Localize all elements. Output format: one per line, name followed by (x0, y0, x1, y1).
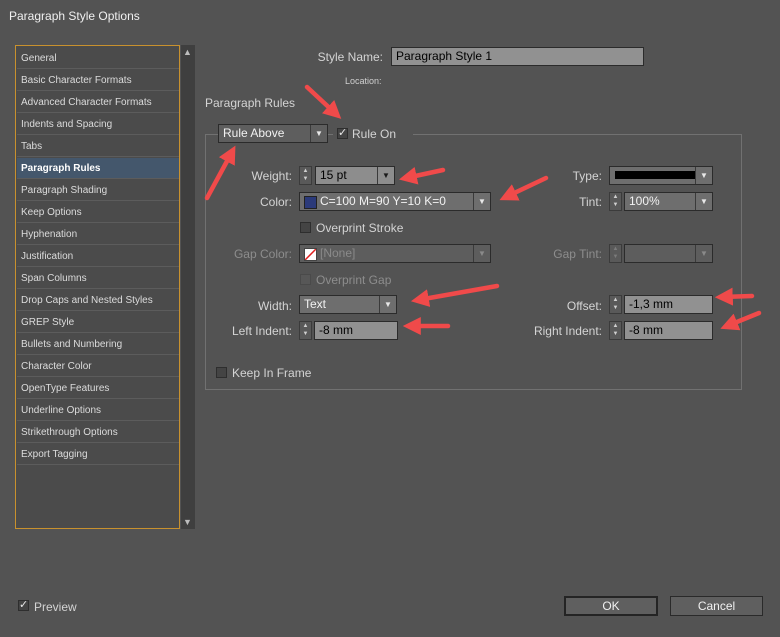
dialog-title: Paragraph Style Options (9, 9, 140, 23)
left-indent-stepper[interactable]: ▲ ▼ (299, 321, 312, 340)
right-indent-label: Right Indent: (533, 324, 602, 338)
chevron-down-icon: ▼ (473, 245, 490, 262)
color-swatch (304, 196, 317, 209)
scroll-down-icon[interactable]: ▼ (183, 517, 192, 527)
weight-value: 15 pt (320, 168, 347, 182)
overprint-gap-label: Overprint Gap (316, 273, 392, 287)
sidebar-item[interactable]: OpenType Features (17, 378, 179, 399)
sidebar-item[interactable]: Tabs (17, 136, 179, 157)
left-indent-input[interactable]: -8 mm (314, 321, 398, 340)
tint-stepper[interactable]: ▲ ▼ (609, 192, 622, 211)
width-dropdown[interactable]: Text ▼ (299, 295, 397, 314)
weight-label: Weight: (251, 169, 292, 183)
width-value: Text (304, 297, 327, 311)
offset-label: Offset: (566, 299, 602, 313)
sidebar-item[interactable]: General (17, 48, 179, 69)
sidebar-item[interactable]: Basic Character Formats (17, 70, 179, 91)
sidebar-item[interactable]: Export Tagging (17, 444, 179, 465)
chevron-down-icon: ▼ (379, 296, 396, 313)
gap-color-dropdown[interactable]: [None] ▼ (299, 244, 491, 263)
sidebar-item[interactable]: Strikethrough Options (17, 422, 179, 443)
style-name-input[interactable]: Paragraph Style 1 (391, 47, 644, 66)
solid-line-swatch (615, 171, 695, 179)
sidebar-scrollbar[interactable]: ▲ ▼ (181, 45, 195, 529)
weight-stepper[interactable]: ▲ ▼ (299, 166, 312, 185)
arrow-annotation (304, 84, 342, 119)
overprint-stroke-label: Overprint Stroke (316, 221, 404, 235)
color-label: Color: (259, 195, 292, 209)
sidebar-item[interactable]: Paragraph Shading (17, 180, 179, 201)
chevron-down-icon: ▼ (310, 125, 327, 142)
chevron-down-icon[interactable]: ▼ (377, 167, 394, 184)
left-indent-label: Left Indent: (231, 324, 292, 338)
rule-position-dropdown[interactable]: Rule Above ▼ (218, 124, 328, 143)
ok-button[interactable]: OK (564, 596, 658, 616)
sidebar-item[interactable]: Bullets and Numbering (17, 334, 179, 355)
sidebar-item[interactable]: Character Color (17, 356, 179, 377)
gap-color-label: Gap Color: (233, 247, 292, 261)
sidebar-item[interactable]: GREP Style (17, 312, 179, 333)
sidebar-item[interactable]: Paragraph Rules (17, 158, 179, 179)
sidebar-list[interactable]: General Basic Character Formats Advanced C… (15, 45, 180, 529)
chevron-down-icon[interactable]: ▼ (695, 245, 712, 262)
sidebar-item[interactable]: Justification (17, 246, 179, 267)
type-label: Type: (572, 169, 602, 183)
rule-on-checkbox[interactable]: ✓ (337, 128, 348, 139)
preview-label: Preview (34, 600, 77, 614)
right-indent-stepper[interactable]: ▲ ▼ (609, 321, 622, 340)
keep-in-frame-label: Keep In Frame (232, 366, 312, 380)
gap-tint-stepper[interactable]: ▲ ▼ (609, 244, 622, 263)
chevron-down-icon[interactable]: ▼ (695, 193, 712, 210)
preview-checkbox[interactable]: ✓ (18, 600, 29, 611)
style-name-label: Style Name: (317, 50, 383, 64)
tint-label: Tint: (579, 195, 602, 209)
scroll-up-icon[interactable]: ▲ (183, 47, 192, 57)
color-dropdown[interactable]: C=100 M=90 Y=10 K=0 ▼ (299, 192, 491, 211)
location-label: Location: (345, 76, 382, 86)
chevron-down-icon: ▼ (473, 193, 490, 210)
rule-on-label: Rule On (352, 127, 397, 141)
gap-tint-label: Gap Tint: (553, 247, 602, 261)
overprint-stroke-checkbox[interactable] (300, 222, 311, 233)
chevron-down-icon: ▼ (695, 167, 712, 184)
offset-input[interactable]: -1,3 mm (624, 295, 713, 314)
sidebar-item[interactable]: Underline Options (17, 400, 179, 421)
sidebar-item[interactable]: Indents and Spacing (17, 114, 179, 135)
type-dropdown[interactable]: ▼ (609, 166, 713, 185)
overprint-gap-checkbox[interactable] (300, 274, 311, 285)
section-title: Paragraph Rules (205, 96, 296, 110)
gap-tint-field[interactable]: ▼ (624, 244, 713, 263)
none-swatch-icon (304, 248, 317, 261)
right-indent-input[interactable]: -8 mm (624, 321, 713, 340)
sidebar-item[interactable]: Advanced Character Formats (17, 92, 179, 113)
keep-in-frame-checkbox[interactable] (216, 367, 227, 378)
weight-field[interactable]: 15 pt ▼ (315, 166, 395, 185)
cancel-button[interactable]: Cancel (670, 596, 763, 616)
color-value: C=100 M=90 Y=10 K=0 (320, 194, 446, 208)
tint-field[interactable]: 100% ▼ (624, 192, 713, 211)
tint-value: 100% (629, 194, 660, 208)
width-label: Width: (257, 299, 292, 313)
sidebar-item[interactable]: Span Columns (17, 268, 179, 289)
sidebar-item[interactable]: Hyphenation (17, 224, 179, 245)
sidebar-item[interactable]: Drop Caps and Nested Styles (17, 290, 179, 311)
rule-position-value: Rule Above (223, 126, 285, 140)
sidebar-item[interactable]: Keep Options (17, 202, 179, 223)
offset-stepper[interactable]: ▲ ▼ (609, 295, 622, 314)
